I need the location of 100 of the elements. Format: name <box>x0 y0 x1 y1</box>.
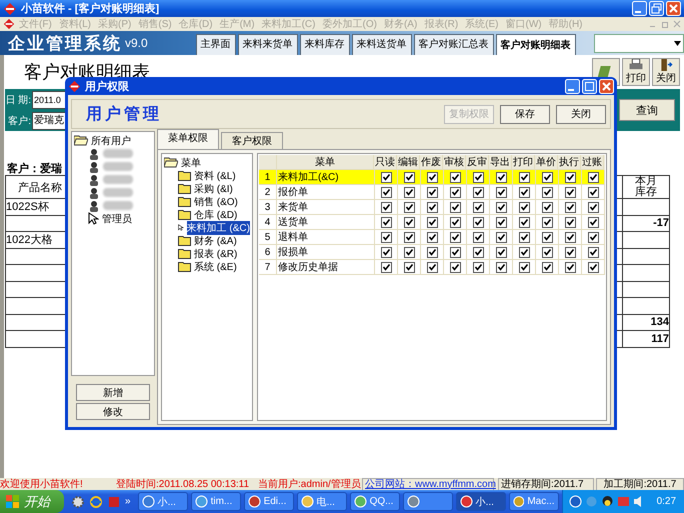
window-tab[interactable]: 客户对账明细表 <box>496 34 576 55</box>
tree-item[interactable]: 仓库 (&D) <box>194 208 238 222</box>
dropdown-field[interactable] <box>594 34 684 53</box>
checkbox[interactable] <box>450 186 460 198</box>
checkbox[interactable] <box>404 202 414 212</box>
checkbox[interactable] <box>588 246 598 258</box>
minimize-icon[interactable] <box>632 1 647 16</box>
close-icon[interactable] <box>666 1 681 16</box>
tree-item[interactable]: 系统 (&E) <box>194 260 237 274</box>
checkbox[interactable] <box>564 186 576 198</box>
more-button[interactable]: » <box>125 496 131 507</box>
checkbox[interactable] <box>404 246 414 258</box>
checkbox[interactable] <box>564 232 576 242</box>
checkbox[interactable] <box>588 202 598 212</box>
checkbox[interactable] <box>588 262 598 272</box>
checkbox[interactable] <box>472 202 484 212</box>
tray-icon[interactable] <box>600 495 614 508</box>
checkbox[interactable] <box>542 262 552 272</box>
grid-row[interactable]: 4 送货单 <box>259 215 605 230</box>
grid-row[interactable]: 1 来料加工(&C) <box>259 170 605 185</box>
checkbox[interactable] <box>564 246 576 258</box>
taskbar-button[interactable]: 小... <box>456 492 506 511</box>
checkbox[interactable] <box>426 262 438 272</box>
checkbox[interactable] <box>404 262 414 272</box>
checkbox[interactable] <box>380 246 392 258</box>
window-tab[interactable]: 客户对账汇总表 <box>414 34 494 55</box>
checkbox[interactable] <box>542 186 552 198</box>
checkbox[interactable] <box>564 216 576 228</box>
checkbox[interactable] <box>518 216 530 228</box>
tab[interactable]: 客户权限 <box>221 132 283 149</box>
checkbox[interactable] <box>404 232 414 242</box>
checkbox[interactable] <box>496 232 506 242</box>
checkbox[interactable] <box>518 262 530 272</box>
checkbox[interactable] <box>518 202 530 212</box>
taskbar-button[interactable]: 电... <box>296 492 347 511</box>
minimize-icon[interactable] <box>565 78 580 94</box>
tab[interactable]: 菜单权限 <box>157 129 219 149</box>
window-tab[interactable]: 来料库存 <box>300 34 350 55</box>
checkbox[interactable] <box>518 246 530 258</box>
checkbox[interactable] <box>426 216 438 228</box>
checkbox[interactable] <box>426 172 438 182</box>
gear-icon[interactable] <box>71 494 85 508</box>
tree-item[interactable]: 管理员 <box>102 212 132 226</box>
checkbox[interactable] <box>518 232 530 242</box>
checkbox[interactable] <box>496 216 506 228</box>
tree-item[interactable]: 销售 (&O) <box>194 194 238 208</box>
close-report-button[interactable]: 关闭 <box>652 58 680 86</box>
taskbar-button[interactable]: Edi... <box>244 492 294 511</box>
grid-row[interactable]: 7 修改历史单据 <box>259 260 605 275</box>
checkbox[interactable] <box>518 186 530 198</box>
checkbox[interactable] <box>588 216 598 228</box>
user-button[interactable]: 新增 <box>76 384 150 401</box>
query-button[interactable]: 查询 <box>619 99 675 121</box>
checkbox[interactable] <box>472 172 484 182</box>
checkbox[interactable] <box>450 216 460 228</box>
checkbox[interactable] <box>542 216 552 228</box>
taskbar-button[interactable]: Mac... <box>508 492 559 511</box>
checkbox[interactable] <box>564 262 576 272</box>
checkbox[interactable] <box>380 216 392 228</box>
checkbox[interactable] <box>380 186 392 198</box>
checkbox[interactable] <box>542 172 552 182</box>
checkbox[interactable] <box>542 246 552 258</box>
checkbox[interactable] <box>404 216 414 228</box>
checkbox[interactable] <box>472 216 484 228</box>
checkbox[interactable] <box>380 262 392 272</box>
user-button[interactable]: 修改 <box>76 403 150 420</box>
checkbox[interactable] <box>588 232 598 242</box>
tree-item[interactable]: 采购 (&I) <box>194 182 233 196</box>
print-button[interactable]: 打印 <box>622 58 650 86</box>
tray-icon[interactable] <box>568 495 582 508</box>
checkbox[interactable] <box>496 246 506 258</box>
close-icon[interactable] <box>599 78 614 94</box>
grid-row[interactable]: 2 报价单 <box>259 185 605 200</box>
taskbar-button[interactable] <box>402 492 453 511</box>
grid-row[interactable]: 5 退料单 <box>259 230 605 245</box>
checkbox[interactable] <box>450 172 460 182</box>
tree-item[interactable]: 财务 (&A) <box>194 234 237 248</box>
taskbar-button[interactable]: 小... <box>138 492 188 511</box>
checkbox[interactable] <box>496 172 506 182</box>
checkbox[interactable] <box>472 186 484 198</box>
grid-row[interactable]: 6 报损单 <box>259 245 605 260</box>
checkbox[interactable] <box>450 232 460 242</box>
tree-item[interactable]: 菜单 <box>181 156 201 170</box>
checkbox[interactable] <box>380 202 392 212</box>
browser-icon[interactable] <box>89 494 103 508</box>
dialog-button[interactable]: 保存 <box>500 104 550 124</box>
checkbox[interactable] <box>426 246 438 258</box>
window-tab[interactable]: 来料送货单 <box>352 34 412 55</box>
taskbar-button[interactable]: QQ... <box>350 492 400 511</box>
window-tab[interactable]: 主界面 <box>196 34 236 55</box>
maximize-icon[interactable] <box>582 78 597 94</box>
window-tab[interactable]: 来料来货单 <box>238 34 298 55</box>
checkbox[interactable] <box>496 262 506 272</box>
tree-item[interactable]: 来料加工 (&C) <box>186 220 250 234</box>
checkbox[interactable] <box>588 172 598 182</box>
checkbox[interactable] <box>450 262 460 272</box>
tree-item[interactable]: 资料 (&L) <box>194 168 236 182</box>
checkbox[interactable] <box>496 202 506 212</box>
dialog-button[interactable]: 关闭 <box>556 104 606 124</box>
checkbox[interactable] <box>496 186 506 198</box>
